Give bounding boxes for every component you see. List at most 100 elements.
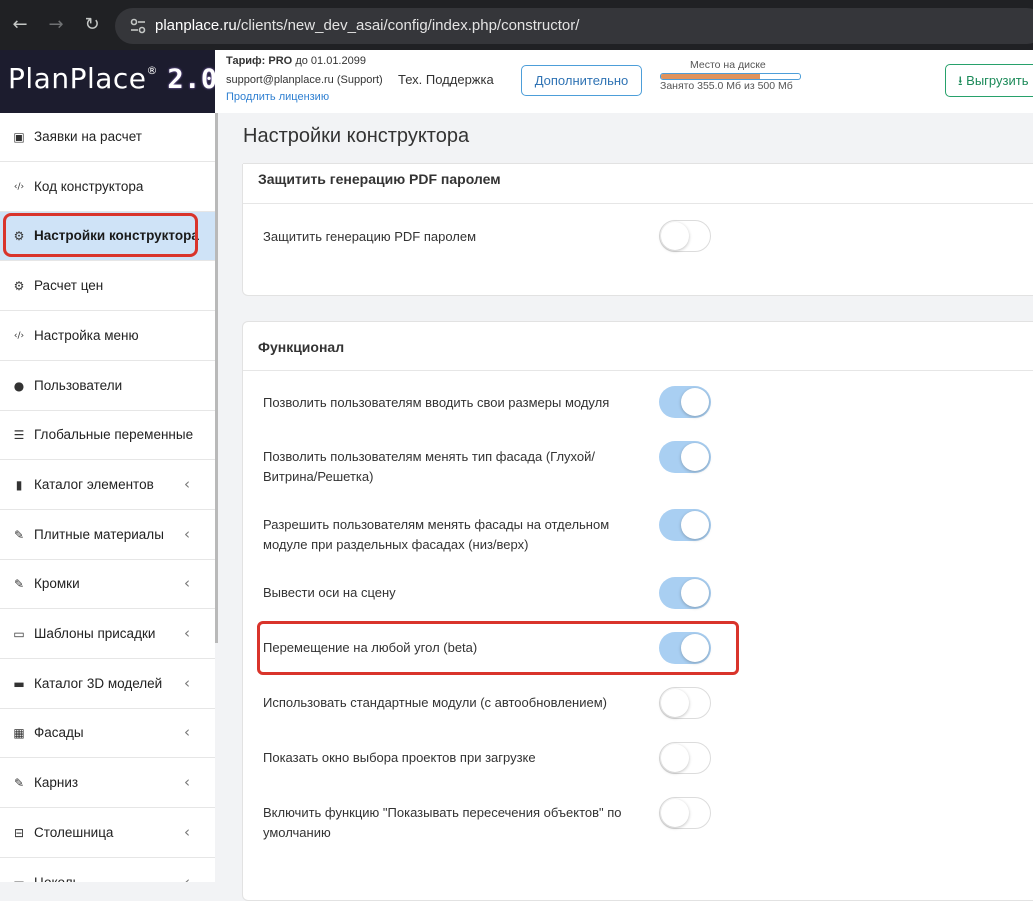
card-divider: [243, 203, 1033, 204]
tech-support-link[interactable]: Тех. Поддержка: [398, 72, 494, 87]
app-logo[interactable]: PlanPlace® 2.0: [0, 50, 218, 113]
sidebar-item[interactable]: ⊟ Столешница ‹: [0, 809, 215, 858]
disk-space-title: Место на диске: [690, 59, 766, 71]
reload-icon[interactable]: ↻: [80, 13, 104, 37]
minus-icon: ▬: [13, 676, 25, 691]
chevron-left-icon: ‹: [184, 524, 190, 543]
option-label: Показать окно выбора проектов при загруз…: [263, 750, 536, 765]
sidebar-item[interactable]: ‹/› Настройка меню: [0, 312, 215, 361]
sidebar-item-label: Фасады: [34, 725, 84, 741]
sidebar-item-label: Каталог элементов: [34, 476, 154, 492]
toggle-knob: [661, 222, 689, 250]
more-button[interactable]: Дополнительно: [521, 65, 642, 96]
minus-icon: ▬: [12, 876, 26, 883]
functionality-card-title: Функционал: [258, 339, 345, 355]
brush-icon: ✎: [13, 527, 25, 542]
sidebar-item-label: Кромки: [34, 576, 80, 592]
chevron-left-icon: ‹: [184, 624, 190, 642]
upload-button-label: Выгрузить: [966, 73, 1029, 88]
sidebar-item[interactable]: ▣ Заявки на расчет: [0, 113, 215, 162]
calculator-icon: ▣: [13, 130, 25, 144]
option-toggle[interactable]: [659, 441, 711, 473]
forward-arrow-icon[interactable]: →: [44, 13, 68, 37]
sidebar-item[interactable]: ⚙ Расчет цен: [0, 262, 215, 312]
toggle-knob: [681, 579, 709, 607]
sidebar-item-label: Код конструктора: [34, 178, 144, 194]
option-toggle[interactable]: [659, 386, 711, 418]
sidebar-item-label: Карниз: [34, 775, 79, 791]
sidebar-item[interactable]: ▮ Каталог элементов ‹: [0, 461, 215, 510]
sidebar-item[interactable]: ▬ Каталог 3D моделей ‹: [0, 660, 215, 709]
sidebar-item-label: Столешница: [34, 824, 114, 840]
option-toggle[interactable]: [659, 687, 711, 719]
sidebar-item[interactable]: ✎ Плитные материалы ‹: [0, 511, 215, 560]
browser-toolbar: ← → ↻ planplace.ru/clients/new_dev_asai/…: [0, 0, 1033, 50]
logo-wordmark: PlanPlace® 2.0: [8, 62, 218, 95]
sidebar-item-label: Плитные материалы: [34, 526, 164, 542]
renew-license-link[interactable]: Продлить лицензию: [226, 91, 329, 103]
sidebar-item-label: Заявки на расчет: [34, 129, 142, 144]
option-toggle[interactable]: [659, 509, 711, 541]
minus-square-icon: ⊟: [13, 825, 25, 840]
logo-version: 2.0: [167, 64, 218, 95]
sidebar-item[interactable]: ▬ Цоколь ‹: [0, 859, 215, 883]
pdf-password-toggle[interactable]: [659, 220, 711, 252]
tariff-until: до 01.01.2099: [295, 55, 366, 67]
window-icon: ▭: [13, 627, 25, 641]
sidebar-item[interactable]: ✎ Кромки ‹: [0, 560, 215, 610]
option-label: Использовать стандартные модули (с автоо…: [263, 695, 607, 710]
chevron-left-icon: ‹: [184, 872, 190, 883]
option-label: Разрешить пользователям менять фасады на…: [263, 517, 610, 552]
support-email: support@planplace.ru (Support): [226, 74, 383, 86]
code-icon: ‹/›: [13, 181, 25, 192]
option-label: Позволить пользователям вводить свои раз…: [263, 395, 610, 410]
site-settings-icon[interactable]: [129, 17, 147, 35]
option-toggle[interactable]: [659, 797, 711, 829]
page-title: Настройки конструктора: [243, 125, 470, 147]
sidebar-scrollbar[interactable]: [215, 113, 218, 643]
brush-icon: ✎: [13, 577, 25, 592]
address-bar[interactable]: planplace.ru/clients/new_dev_asai/config…: [115, 8, 1033, 44]
toggle-knob: [661, 689, 689, 717]
user-icon: ●: [13, 378, 25, 393]
option-toggle[interactable]: [659, 577, 711, 609]
chevron-left-icon: ‹: [184, 723, 190, 742]
back-arrow-icon[interactable]: ←: [8, 13, 32, 37]
sidebar-item-label: Расчет цен: [34, 278, 104, 294]
sidebar-item-label: Настройка меню: [34, 327, 139, 343]
option-label: Включить функцию "Показывать пересечения…: [263, 805, 622, 840]
chevron-left-icon: ‹: [184, 773, 190, 792]
sidebar-item-label: Шаблоны присадки: [34, 626, 156, 641]
chevron-left-icon: ‹: [184, 673, 190, 692]
tariff-info: Тариф: PRO до 01.01.2099: [226, 55, 366, 67]
sidebar-item-label: Каталог 3D моделей: [34, 675, 163, 691]
chevron-left-icon: ‹: [184, 822, 190, 841]
toggle-knob: [681, 443, 709, 471]
disk-usage-fill: [661, 74, 760, 79]
sidebar-item[interactable]: ● Пользователи: [0, 362, 215, 411]
disk-usage-text: Занято 355.0 Мб из 500 Мб: [660, 80, 793, 92]
url-text: planplace.ru/clients/new_dev_asai/config…: [155, 17, 579, 34]
sidebar-item[interactable]: ☰ Глобальные переменные: [0, 411, 215, 461]
brush-icon: ✎: [13, 776, 25, 791]
sidebar-item[interactable]: ✎ Карниз ‹: [0, 759, 215, 809]
sidebar-item-label: Пользователи: [34, 377, 123, 393]
chevron-left-icon: ‹: [184, 574, 190, 593]
logo-name: PlanPlace: [8, 62, 147, 95]
option-toggle[interactable]: [659, 742, 711, 774]
toggle-knob: [661, 744, 689, 772]
tariff-plan: PRO: [268, 55, 293, 67]
gears-icon: ⚙: [13, 279, 25, 294]
list-icon: ☰: [13, 428, 25, 443]
pdf-password-label: Защитить генерацию PDF паролем: [263, 229, 477, 244]
logo-registered-mark: ®: [146, 64, 159, 77]
sidebar-item[interactable]: ▦ Фасады ‹: [0, 709, 215, 759]
tariff-label: Тариф:: [226, 55, 266, 67]
upload-button[interactable]: ⭳ Выгрузить: [945, 64, 1033, 97]
code-icon: ‹/›: [13, 330, 25, 341]
sidebar-item[interactable]: ‹/› Код конструктора: [0, 163, 215, 212]
chevron-left-icon: ‹: [184, 474, 190, 493]
annotation-highlight-option: [257, 621, 739, 675]
toggle-knob: [661, 799, 689, 827]
sidebar-item[interactable]: ▭ Шаблоны присадки ‹: [0, 610, 215, 659]
